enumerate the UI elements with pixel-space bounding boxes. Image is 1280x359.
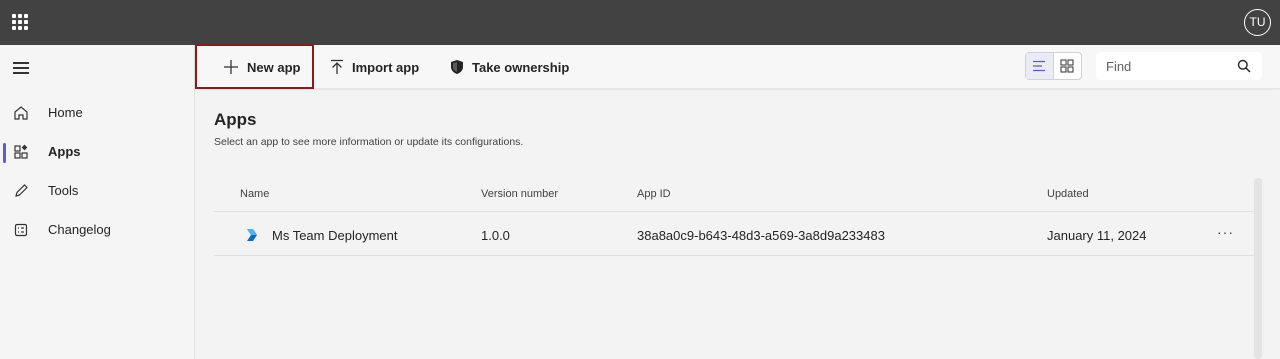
apps-icon [14,144,28,159]
column-header-app-id[interactable]: App ID [637,188,671,200]
new-app-highlight [195,44,314,89]
sidebar: Home Apps Tools Changelog [0,45,195,359]
sidebar-item-tools[interactable]: Tools [0,174,195,208]
find-box [1096,52,1262,80]
sidebar-item-label: Apps [48,144,81,159]
waffle-icon[interactable] [12,14,28,30]
hamburger-icon[interactable] [13,62,29,74]
changelog-icon [14,223,28,237]
sidebar-item-label: Tools [48,183,79,198]
search-icon[interactable] [1237,59,1251,73]
shield-icon [451,60,463,74]
grid-view-icon [1060,59,1074,73]
app-name[interactable]: Ms Team Deployment [272,228,397,243]
top-bar: TU [0,0,1280,45]
sidebar-item-changelog[interactable]: Changelog [0,213,195,247]
pencil-icon [15,184,28,197]
page-subtitle: Select an app to see more information or… [214,136,524,148]
active-indicator [3,143,6,163]
apps-table: Name Version number App ID Updated Ms Te… [214,175,1254,256]
page-title: Apps [214,110,257,129]
list-view-icon [1033,60,1046,72]
app-version: 1.0.0 [481,228,510,243]
table-header: Name Version number App ID Updated [214,175,1254,212]
import-app-button[interactable]: Import app [330,45,419,89]
avatar[interactable]: TU [1244,9,1271,36]
take-ownership-label: Take ownership [472,59,570,75]
app-id: 38a8a0c9-b643-48d3-a569-3a8d9a233483 [637,228,885,243]
column-header-name[interactable]: Name [240,188,269,200]
more-options-icon[interactable]: ··· [1217,224,1234,240]
sidebar-item-apps[interactable]: Apps [0,135,195,169]
column-header-version[interactable]: Version number [481,188,558,200]
app-icon [247,229,257,241]
sidebar-item-label: Changelog [48,222,111,237]
sidebar-item-label: Home [48,105,83,120]
column-header-updated[interactable]: Updated [1047,188,1089,200]
import-app-label: Import app [352,59,420,75]
upload-icon [331,59,343,74]
take-ownership-button[interactable]: Take ownership [450,45,569,89]
sidebar-item-home[interactable]: Home [0,96,195,130]
table-row[interactable]: Ms Team Deployment 1.0.0 38a8a0c9-b643-4… [214,212,1254,256]
view-toggle [1025,52,1082,80]
home-icon [14,106,28,120]
scrollbar[interactable] [1254,178,1262,359]
find-input[interactable] [1096,52,1226,80]
grid-view-button[interactable] [1054,53,1081,79]
app-updated: January 11, 2024 [1047,228,1147,243]
list-view-button[interactable] [1026,53,1054,79]
